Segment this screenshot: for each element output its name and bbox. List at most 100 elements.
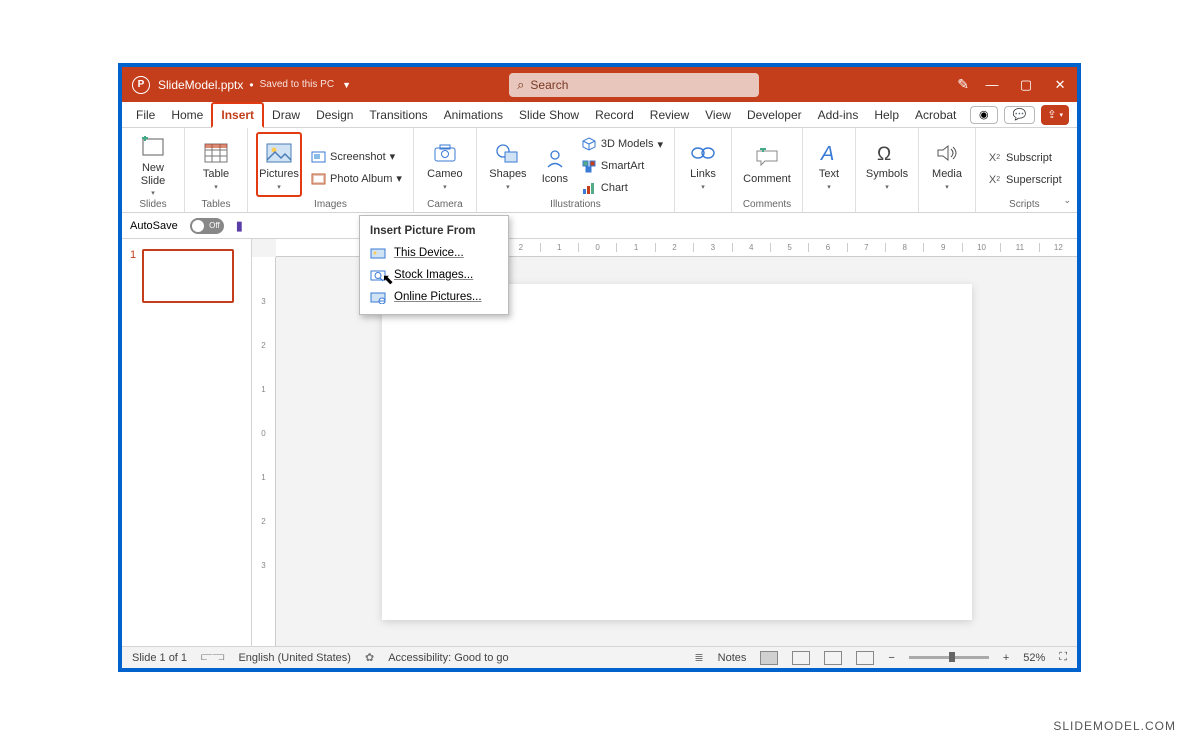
zoom-level[interactable]: 52%: [1023, 652, 1045, 664]
superscript-label: Superscript: [1006, 174, 1062, 186]
chart-icon: [582, 181, 597, 195]
tab-transitions[interactable]: Transitions: [361, 102, 435, 127]
pictures-button[interactable]: Pictures ▾: [256, 132, 302, 197]
collapse-ribbon-button[interactable]: ⌄: [1063, 195, 1071, 206]
chevron-down-icon: ▾: [277, 183, 281, 191]
icons-label: Icons: [542, 173, 568, 185]
table-button[interactable]: Table ▾: [193, 132, 239, 197]
media-button[interactable]: Media ▾: [927, 132, 967, 197]
group-label-tables: Tables: [193, 197, 239, 210]
symbols-button[interactable]: Ω Symbols ▾: [864, 132, 910, 197]
tab-developer[interactable]: Developer: [739, 102, 810, 127]
zoom-out-button[interactable]: −: [888, 652, 894, 664]
tab-slideshow[interactable]: Slide Show: [511, 102, 587, 127]
cameo-button[interactable]: Cameo ▾: [422, 132, 468, 197]
tab-view[interactable]: View: [697, 102, 739, 127]
tab-insert[interactable]: Insert: [211, 102, 264, 128]
powerpoint-logo-icon: P: [132, 76, 150, 94]
slide-canvas[interactable]: [382, 284, 972, 620]
autosave-state: Off: [209, 221, 220, 230]
chevron-down-icon: ▾: [396, 172, 402, 185]
group-label-text: [811, 197, 847, 210]
dropdown-item-this-device[interactable]: This Device...: [360, 242, 508, 264]
photo-album-button[interactable]: Photo Album ▾: [308, 170, 405, 188]
text-button[interactable]: A Text ▾: [811, 132, 847, 197]
new-slide-button[interactable]: New Slide ▾: [130, 132, 176, 197]
tab-home[interactable]: Home: [163, 102, 211, 127]
cube-icon: [582, 137, 597, 151]
comment-button[interactable]: Comment: [740, 132, 794, 197]
group-comments: Comment Comments: [732, 128, 803, 212]
dropdown-item-stock-images[interactable]: Stock Images...: [360, 264, 508, 286]
chevron-down-icon: ▾: [151, 189, 155, 197]
chevron-down-icon[interactable]: ▼: [342, 80, 351, 90]
share-button[interactable]: ⇪ ▾: [1041, 105, 1069, 125]
normal-view-button[interactable]: [760, 651, 778, 665]
notes-toggle-icon: ≣: [694, 651, 703, 664]
autosave-label: AutoSave: [130, 220, 178, 232]
record-indicator-button[interactable]: ◉: [970, 106, 998, 124]
vertical-ruler: 3210123: [252, 257, 276, 646]
new-slide-icon: [139, 134, 167, 160]
slide-position[interactable]: Slide 1 of 1: [132, 652, 187, 664]
smartart-label: SmartArt: [601, 160, 644, 172]
app-window: P SlideModel.pptx • Saved to this PC ▼ ⌕…: [118, 63, 1081, 672]
zoom-in-button[interactable]: +: [1003, 652, 1009, 664]
subscript-icon: X2: [987, 151, 1002, 165]
fit-to-window-button[interactable]: ⛶: [1059, 651, 1067, 664]
tab-design[interactable]: Design: [308, 102, 361, 127]
link-icon: [689, 140, 717, 166]
slideshow-view-button[interactable]: [856, 651, 874, 665]
icons-button[interactable]: Icons: [537, 132, 573, 197]
group-slides: New Slide ▾ Slides: [122, 128, 185, 212]
media-label: Media: [932, 168, 962, 180]
reading-view-button[interactable]: [824, 651, 842, 665]
minimize-button[interactable]: —: [975, 67, 1009, 102]
subscript-label: Subscript: [1006, 152, 1052, 164]
photo-album-label: Photo Album: [330, 173, 392, 185]
cameo-label: Cameo: [427, 168, 462, 180]
dropdown-item-online-pictures[interactable]: Online Pictures...: [360, 286, 508, 308]
tab-file[interactable]: File: [128, 102, 163, 127]
superscript-button[interactable]: X2 Superscript: [984, 171, 1065, 189]
comments-pane-button[interactable]: 💬: [1004, 106, 1036, 124]
search-input[interactable]: ⌕ Search: [509, 73, 759, 97]
document-title[interactable]: SlideModel.pptx • Saved to this PC ▼: [158, 78, 351, 92]
pictures-dropdown-menu: Insert Picture From This Device... Stock…: [359, 215, 509, 315]
screenshot-button[interactable]: Screenshot ▾: [308, 148, 405, 166]
zoom-slider[interactable]: [909, 656, 989, 659]
search-icon: ⌕: [517, 77, 524, 93]
comment-icon: [753, 145, 781, 171]
subscript-button[interactable]: X2 Subscript: [984, 149, 1065, 167]
chevron-down-icon: ▾: [390, 150, 396, 163]
close-button[interactable]: ✕: [1043, 67, 1077, 102]
language-status[interactable]: English (United States): [238, 652, 351, 664]
chart-button[interactable]: Chart: [579, 179, 666, 197]
accessibility-status[interactable]: Accessibility: Good to go: [388, 652, 508, 664]
autosave-toggle[interactable]: Off: [190, 218, 224, 234]
chevron-down-icon: ▾: [701, 183, 705, 191]
slide-thumbnail-1[interactable]: 1: [130, 249, 243, 303]
tab-draw[interactable]: Draw: [264, 102, 308, 127]
tab-animations[interactable]: Animations: [436, 102, 511, 127]
chart-label: Chart: [601, 182, 628, 194]
tab-help[interactable]: Help: [866, 102, 907, 127]
pencil-icon[interactable]: ✎: [957, 76, 969, 93]
tab-acrobat[interactable]: Acrobat: [907, 102, 964, 127]
maximize-button[interactable]: ▢: [1009, 67, 1043, 102]
links-button[interactable]: Links ▾: [683, 132, 723, 197]
notes-toggle[interactable]: Notes: [718, 652, 747, 664]
shapes-button[interactable]: Shapes ▾: [485, 132, 531, 197]
group-scripts: X2 Subscript X2 Superscript Scripts: [976, 128, 1073, 212]
window-controls: — ▢ ✕: [975, 67, 1077, 102]
smartart-button[interactable]: SmartArt: [579, 157, 666, 175]
slide-sorter-view-button[interactable]: [792, 651, 810, 665]
workspace: 1 543210123456789101112 3210123: [122, 239, 1077, 646]
tab-record[interactable]: Record: [587, 102, 642, 127]
svg-text:Ω: Ω: [877, 144, 891, 164]
device-icon: [370, 246, 386, 260]
group-camera: Cameo ▾ Camera: [414, 128, 477, 212]
tab-review[interactable]: Review: [642, 102, 697, 127]
3d-models-button[interactable]: 3D Models ▾: [579, 135, 666, 153]
tab-addins[interactable]: Add-ins: [810, 102, 867, 127]
